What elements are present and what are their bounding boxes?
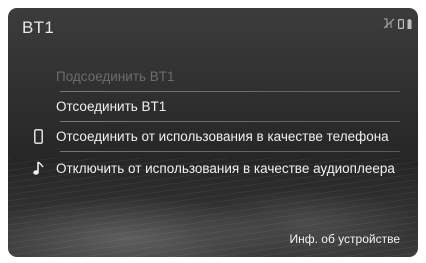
battery-icon [407, 18, 412, 29]
status-bar [383, 18, 412, 29]
disconnect-phone-label: Отсоединить от использования в качестве … [56, 128, 389, 144]
device-info-button[interactable]: Инф. об устройстве [290, 232, 401, 246]
bt-device-screen: BT1 Подсоединить BT1 Отсоединить BT1 Отс… [8, 8, 418, 257]
separator [60, 91, 400, 92]
screen-title: BT1 [22, 18, 55, 37]
connect-bt1-button[interactable]: Подсоединить BT1 [30, 63, 396, 89]
disconnect-audio-label: Отключить от использования в качестве ау… [56, 160, 395, 176]
disconnect-bt1-label: Отсоединить BT1 [56, 98, 167, 114]
disconnect-bt1-button[interactable]: Отсоединить BT1 [30, 93, 396, 119]
connect-bt1-label: Подсоединить BT1 [56, 68, 175, 84]
mute-icon [383, 18, 395, 29]
separator [60, 151, 400, 152]
disconnect-phone-button[interactable]: Отсоединить от использования в качестве … [30, 123, 396, 149]
phone-status-icon [398, 18, 404, 29]
music-note-icon [30, 160, 46, 176]
separator [60, 121, 400, 122]
phone-icon [30, 128, 46, 144]
disconnect-audio-button[interactable]: Отключить от использования в качестве ау… [30, 155, 396, 181]
